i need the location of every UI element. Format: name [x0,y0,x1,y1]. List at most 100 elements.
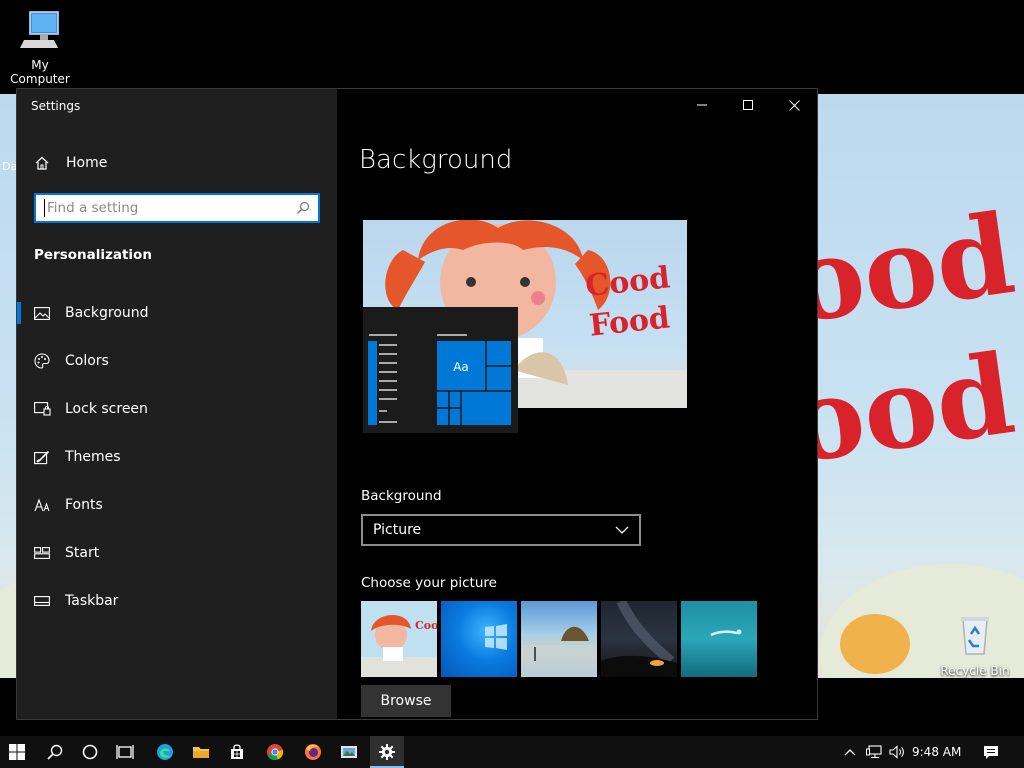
window-title: Settings [31,99,81,113]
start-button[interactable] [0,736,34,768]
firefox-button[interactable] [296,736,330,768]
nav-home[interactable]: Home [17,145,337,181]
task-view-button[interactable] [108,736,142,768]
background-type-label: Background [361,488,442,504]
preview-wallpaper-text: Cood [584,260,672,304]
chrome-icon [267,744,284,761]
search-input[interactable]: Find a setting [34,193,320,223]
themes-icon [33,449,51,465]
browse-button[interactable]: Browse [361,685,451,717]
desktop-icon-my-computer[interactable]: My Computer [0,8,80,86]
firefox-icon [305,744,321,760]
edge-icon [157,744,173,760]
chevron-down-icon [615,526,629,534]
nav-item-fonts[interactable]: Fonts [17,485,337,525]
tile-text: Aa [453,360,469,374]
action-center-button[interactable] [980,736,1002,768]
cortana-icon [82,744,98,760]
thumb-night-sky[interactable] [601,601,677,677]
start-menu-preview: Aa [363,307,518,433]
chevron-up-icon [844,749,856,756]
desktop-icon-label: My Computer [10,58,70,86]
section-title: Personalization [34,247,152,263]
maximize-icon [743,100,753,110]
partial-desktop-label: Da [2,160,18,173]
nav-home-label: Home [66,155,108,171]
wallpaper-orange-shape [840,614,910,674]
choose-picture-label: Choose your picture [361,575,497,591]
thumb-underwater[interactable] [681,601,757,677]
thumb-good-food[interactable]: Coo Foo [361,601,437,677]
text-caret [44,199,45,217]
photos-icon [341,746,357,758]
taskbar-icon [33,593,51,609]
store-icon [231,744,243,759]
nav-item-label: Start [65,545,100,561]
taskbar-clock[interactable]: 9:48 AM [912,736,961,768]
thumb-beach[interactable] [521,601,597,677]
preview-wallpaper-text: Food [588,300,672,343]
windows-logo-icon [485,624,507,650]
recycle-bin-icon [961,617,989,655]
cortana-button[interactable] [73,736,107,768]
nav-item-label: Background [65,305,149,321]
fonts-icon [33,497,51,513]
wallpaper-text: ood [782,189,1022,348]
minimize-button[interactable] [679,89,725,121]
thumbnail-image [521,626,597,677]
photos-button[interactable] [332,736,366,768]
thumbnail-text: Coo Foo [415,619,437,632]
dropdown-value: Picture [373,522,422,538]
taskbar: 9:48 AM [0,736,1024,768]
palette-icon [33,353,51,369]
close-button[interactable] [771,89,817,121]
nav-item-label: Fonts [65,497,103,513]
start-icon [33,545,51,561]
nav-item-lock-screen[interactable]: Lock screen [17,389,337,429]
show-hidden-icons-button[interactable] [840,736,860,768]
chrome-button[interactable] [258,736,292,768]
settings-taskbar-button[interactable] [370,736,404,768]
desktop-icon-recycle-bin[interactable]: Recycle Bin [935,612,1015,678]
nav-item-themes[interactable]: Themes [17,437,337,477]
nav-item-colors[interactable]: Colors [17,341,337,381]
settings-nav-pane: Settings Home Find a setting Personaliza… [17,89,337,719]
nav-item-label: Colors [65,353,109,369]
nav-item-label: Taskbar [65,593,119,609]
nav-item-label: Themes [65,449,121,465]
maximize-button[interactable] [725,89,771,121]
settings-content-pane: Background Cood Food Aa Background Pictu… [337,89,817,719]
taskbar-search-button[interactable] [38,736,72,768]
picture-icon [33,305,51,321]
nav-item-background[interactable]: Background [17,293,337,333]
volume-icon [889,745,904,759]
background-type-dropdown[interactable]: Picture [361,514,641,546]
notification-icon [984,745,998,759]
start-menu-mockup: Aa [368,334,511,425]
network-icon [866,745,882,759]
desktop-icon-label: Recycle Bin [940,664,1010,678]
nav-item-start[interactable]: Start [17,533,337,573]
network-button[interactable] [864,736,884,768]
start-icon [9,744,25,760]
page-title: Background [359,145,513,175]
nav-item-taskbar[interactable]: Taskbar [17,581,337,621]
file-explorer-icon [193,747,209,758]
settings-window: Settings Home Find a setting Personaliza… [16,88,818,720]
settings-gear-icon [379,744,395,760]
volume-button[interactable] [887,736,907,768]
thumbnail-image [601,601,677,677]
file-explorer-button[interactable] [184,736,218,768]
search-placeholder: Find a setting [47,200,139,216]
store-button[interactable] [220,736,254,768]
wallpaper-text: ood [782,329,1022,488]
edge-taskbar-button[interactable] [148,736,182,768]
nav-item-label: Lock screen [65,401,148,417]
lock-screen-icon [33,401,51,417]
minimize-icon [697,104,707,106]
home-icon [35,156,49,170]
search-icon[interactable] [296,201,310,215]
close-icon [788,99,800,111]
computer-icon [20,11,59,48]
thumb-windows[interactable] [441,601,517,677]
